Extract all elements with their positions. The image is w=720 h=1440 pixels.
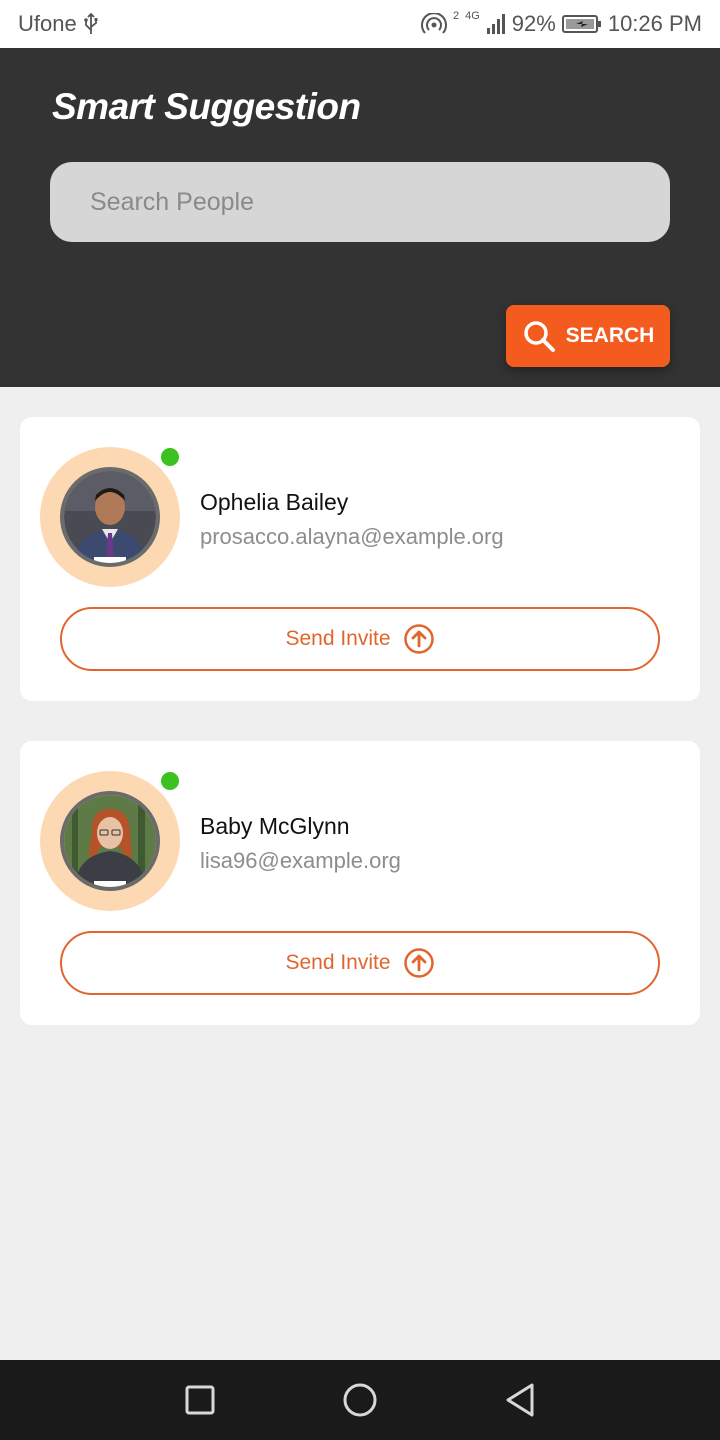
person-email: prosacco.alayna@example.org [200,524,504,549]
status-left: Ufone [18,11,99,37]
send-invite-button[interactable]: Send Invite [60,607,660,671]
avatar-ring [40,771,180,911]
clock: 10:26 PM [607,11,702,36]
signal-icon [486,14,506,34]
search-input[interactable] [50,162,670,242]
sim-number: 2 [452,10,460,22]
system-nav-bar [0,1360,720,1440]
send-invite-button[interactable]: Send Invite [60,931,660,995]
usb-icon [83,13,99,35]
recent-apps-icon[interactable] [170,1370,230,1430]
person-name: Ophelia Bailey [200,489,349,515]
battery-charging-icon [561,14,602,34]
battery-percent: 92% [511,11,556,36]
page-title: Smart Suggestion [52,86,361,127]
suggestion-card: Baby McGlynn lisa96@example.org Send Inv… [20,741,700,1025]
upload-circle-icon [403,947,435,979]
online-status-dot [161,448,179,466]
avatar-ring [40,447,180,587]
search-button[interactable]: SEARCH [506,305,670,367]
avatar [60,791,160,891]
status-bar: Ufone 2 4G 92% 10:26 PM [0,0,720,48]
person-name: Baby McGlynn [200,813,350,839]
invite-label: Send Invite [285,951,391,974]
suggestion-card: Ophelia Bailey prosacco.alayna@example.o… [20,417,700,701]
invite-label: Send Invite [285,627,391,650]
status-right: 2 4G 92% 10:26 PM [420,10,702,37]
network-type: 4G [465,10,480,22]
home-icon[interactable] [330,1370,390,1430]
avatar [60,467,160,567]
search-button-label: SEARCH [565,324,655,347]
person-email: lisa96@example.org [200,848,401,873]
online-status-dot [161,772,179,790]
upload-circle-icon [403,623,435,655]
hotspot-icon [420,13,447,35]
header: Smart Suggestion SEARCH [0,48,720,387]
back-icon[interactable] [490,1370,550,1430]
search-icon [522,319,556,353]
carrier-name: Ufone [18,11,77,36]
